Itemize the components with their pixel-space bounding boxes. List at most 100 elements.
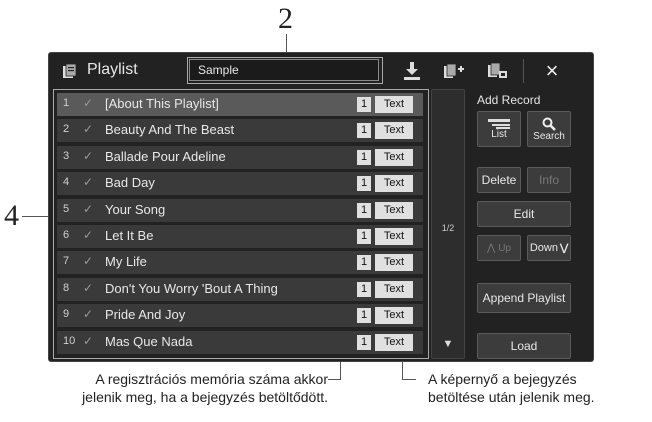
check-icon: ✓ xyxy=(83,254,94,269)
text-button[interactable]: Text xyxy=(375,280,413,298)
record-row[interactable]: 5 ✓ Your Song 1 Text xyxy=(57,198,423,222)
search-button-label: Search xyxy=(533,130,565,142)
playlist-icon xyxy=(63,64,76,78)
record-row[interactable]: 6 ✓ Let It Be 1 Text xyxy=(57,225,423,248)
record-name: Don't You Worry 'Bout A Thing xyxy=(105,280,278,296)
add-record-list-button[interactable]: List xyxy=(477,111,521,147)
record-name: Your Song xyxy=(105,201,166,217)
check-icon: ✓ xyxy=(83,307,94,322)
check-icon: ✓ xyxy=(83,280,94,295)
check-icon: ✓ xyxy=(83,148,94,163)
load-button[interactable]: Load xyxy=(477,333,571,359)
record-row[interactable]: 10 ✓ Mas Que Nada 1 Text xyxy=(57,330,423,354)
up-button[interactable]: ⋀ Up xyxy=(477,235,521,261)
registration-memory-number: 1 xyxy=(357,97,371,112)
save-button[interactable] xyxy=(395,57,429,85)
callout-line-text-screen xyxy=(402,362,403,380)
edit-button[interactable]: Edit xyxy=(477,201,571,227)
scroll-down-button[interactable]: ▼ xyxy=(432,338,464,350)
annotation-right-line-2: betöltése után jelenik meg. xyxy=(428,389,595,405)
record-row[interactable]: 7 ✓ My Life 1 Text xyxy=(57,251,423,275)
playlist-name-field[interactable]: Sample xyxy=(189,59,379,81)
titlebar-divider xyxy=(523,59,524,83)
save-icon xyxy=(404,62,420,80)
callout-number-2: 2 xyxy=(278,2,293,35)
registration-memory-number: 1 xyxy=(357,334,371,350)
record-number: 3 xyxy=(63,149,70,162)
record-number: 5 xyxy=(63,202,70,215)
record-name: Bad Day xyxy=(105,175,155,191)
text-button[interactable]: Text xyxy=(375,122,413,140)
registration-memory-number: 1 xyxy=(357,176,371,192)
record-name: My Life xyxy=(105,254,147,270)
page-indicator: 1/2 xyxy=(441,223,455,233)
down-button-label: Down xyxy=(529,242,558,254)
registration-memory-number: 1 xyxy=(357,123,371,139)
callout-line-reg-number xyxy=(340,362,341,380)
append-playlist-button[interactable]: Append Playlist xyxy=(477,283,571,313)
record-name: [About This Playlist] xyxy=(105,96,219,111)
list-scrollbar[interactable]: 1/2 ▼ xyxy=(431,89,465,359)
record-row[interactable]: 9 ✓ Pride And Joy 1 Text xyxy=(57,304,423,328)
callout-line-reg-number-h xyxy=(328,379,341,380)
record-number: 7 xyxy=(63,255,70,268)
record-row[interactable]: 8 ✓ Don't You Worry 'Bout A Thing 1 Text xyxy=(57,277,423,301)
chevron-down-icon: ⋁ xyxy=(559,242,569,254)
registration-memory-number: 1 xyxy=(357,308,371,324)
new-playlist-button[interactable] xyxy=(437,57,471,85)
text-button[interactable]: Text xyxy=(375,228,413,245)
load-playlist-icon xyxy=(488,62,507,78)
info-button[interactable]: Info xyxy=(527,167,571,193)
check-icon: ✓ xyxy=(83,96,94,110)
registration-memory-number: 1 xyxy=(357,202,371,218)
record-number: 9 xyxy=(63,308,70,321)
down-button[interactable]: Down ⋁ xyxy=(527,235,571,261)
check-icon: ✓ xyxy=(83,175,94,190)
annotation-right-line-1: A képernyő a bejegyzés xyxy=(428,371,577,387)
delete-button[interactable]: Delete xyxy=(477,167,521,193)
record-row[interactable]: 2 ✓ Beauty And The Beast 1 Text xyxy=(57,119,423,143)
add-record-label: Add Record xyxy=(477,93,541,107)
chevron-up-icon: ⋀ xyxy=(487,242,496,254)
record-number: 8 xyxy=(63,281,70,294)
text-button[interactable]: Text xyxy=(375,175,413,193)
record-row[interactable]: 4 ✓ Bad Day 1 Text xyxy=(57,172,423,196)
registration-memory-number: 1 xyxy=(357,149,371,165)
search-icon xyxy=(542,117,556,131)
text-button[interactable]: Text xyxy=(375,148,413,166)
check-icon: ✓ xyxy=(83,201,94,216)
annotation-left-line-2: jelenik meg, ha a bejegyzés betöltődött. xyxy=(82,389,328,405)
registration-memory-number: 1 xyxy=(357,281,371,297)
text-button[interactable]: Text xyxy=(375,333,413,351)
callout-number-4: 4 xyxy=(4,199,19,232)
title-bar: Playlist Sample × xyxy=(49,53,593,89)
callout-line-text-screen-h xyxy=(402,379,416,380)
record-row[interactable]: 1 ✓ [About This Playlist] 1 Text xyxy=(57,93,423,116)
load-playlist-button[interactable] xyxy=(481,57,515,85)
screen-title: Playlist xyxy=(87,61,138,78)
check-icon: ✓ xyxy=(83,122,94,137)
list-button-label: List xyxy=(491,128,507,140)
record-number: 2 xyxy=(63,123,70,136)
text-button[interactable]: Text xyxy=(375,96,413,113)
record-name: Mas Que Nada xyxy=(105,333,193,349)
playlist-record-list: 1 ✓ [About This Playlist] 1 Text 2 ✓ Beauty And… xyxy=(57,93,423,355)
close-button[interactable]: × xyxy=(535,57,569,85)
registration-memory-number: 1 xyxy=(357,229,371,244)
check-icon: ✓ xyxy=(83,333,94,348)
text-button[interactable]: Text xyxy=(375,307,413,325)
record-row[interactable]: 3 ✓ Ballade Pour Adeline 1 Text xyxy=(57,145,423,169)
record-name: Beauty And The Beast xyxy=(105,122,235,138)
new-playlist-icon xyxy=(444,63,464,78)
annotation-registration-number: A regisztrációs memória száma akkor jele… xyxy=(14,370,328,406)
record-number: 10 xyxy=(63,334,76,347)
text-button[interactable]: Text xyxy=(375,201,413,219)
close-icon: × xyxy=(545,58,559,83)
check-icon: ✓ xyxy=(83,228,94,242)
record-number: 4 xyxy=(63,176,70,189)
record-name: Ballade Pour Adeline xyxy=(105,148,226,164)
record-name: Let It Be xyxy=(105,228,154,243)
text-button[interactable]: Text xyxy=(375,254,413,272)
add-record-search-button[interactable]: Search xyxy=(527,111,571,147)
up-button-label: Up xyxy=(498,242,511,254)
